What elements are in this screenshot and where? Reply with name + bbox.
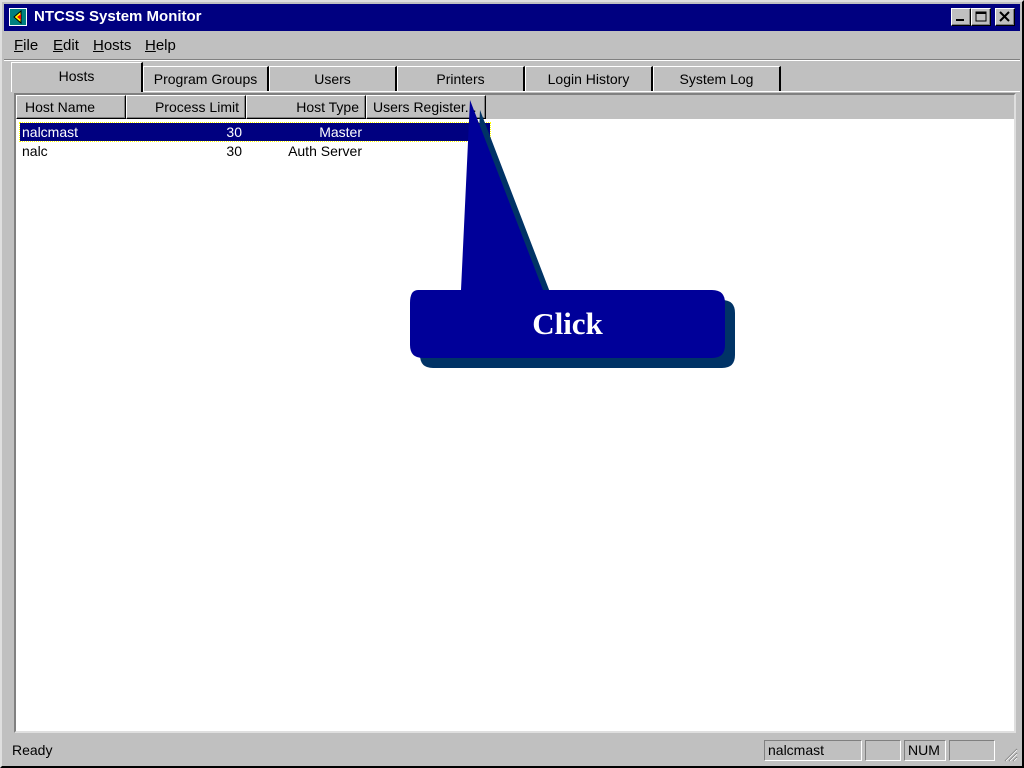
tab-panel-border <box>11 91 1020 92</box>
callout-bubble <box>410 100 735 368</box>
callout-text: Click <box>532 306 603 341</box>
tab-hosts[interactable]: Hosts <box>11 62 143 92</box>
